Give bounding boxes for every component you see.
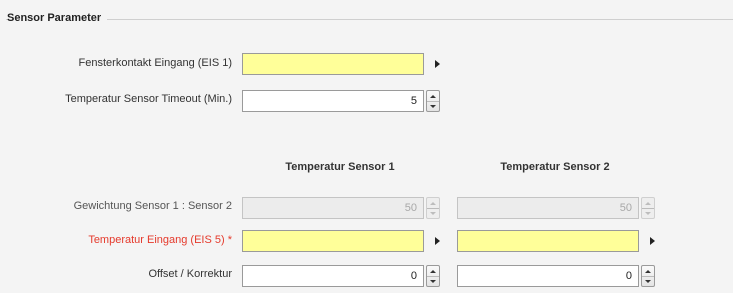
triangle-right-icon: [649, 237, 655, 245]
chevron-down-icon[interactable]: [642, 276, 654, 286]
weighting-sensor-1-spinner[interactable]: [426, 197, 440, 219]
temp-input-sensor-1-field[interactable]: [242, 230, 424, 252]
window-contact-label: Fensterkontakt Eingang (EIS 1): [78, 57, 232, 69]
temp-input-sensor-1-select-button[interactable]: [428, 230, 446, 252]
chevron-down-icon[interactable]: [427, 208, 439, 218]
offset-label: Offset / Korrektur: [148, 268, 232, 280]
group-title: Sensor Parameter: [7, 12, 108, 24]
window-contact-input[interactable]: [242, 53, 424, 75]
temp-timeout-label: Temperatur Sensor Timeout (Min.): [65, 93, 232, 105]
chevron-down-icon[interactable]: [427, 276, 439, 286]
column-header-sensor-1: Temperatur Sensor 1: [285, 161, 395, 173]
group-divider: [6, 19, 733, 20]
weighting-label: Gewichtung Sensor 1 : Sensor 2: [73, 200, 232, 212]
chevron-down-icon[interactable]: [427, 101, 439, 111]
temp-input-label: Temperatur Eingang (EIS 5) *: [88, 234, 232, 246]
weighting-sensor-1-field[interactable]: 50: [242, 197, 424, 219]
sensor-parameter-group: Sensor Parameter Fensterkontakt Eingang …: [0, 0, 733, 293]
offset-sensor-1-spinner[interactable]: [426, 265, 440, 287]
offset-sensor-2-spinner[interactable]: [641, 265, 655, 287]
window-contact-select-button[interactable]: [428, 53, 446, 75]
temp-timeout-field[interactable]: 5: [242, 90, 424, 112]
offset-sensor-1-field[interactable]: 0: [242, 265, 424, 287]
temp-input-sensor-2-select-button[interactable]: [643, 230, 661, 252]
offset-sensor-2-field[interactable]: 0: [457, 265, 639, 287]
chevron-down-icon[interactable]: [642, 208, 654, 218]
temp-timeout-spinner[interactable]: [426, 90, 440, 112]
weighting-sensor-2-field[interactable]: 50: [457, 197, 639, 219]
temp-input-sensor-2-field[interactable]: [457, 230, 639, 252]
triangle-right-icon: [434, 60, 440, 68]
weighting-sensor-2-spinner[interactable]: [641, 197, 655, 219]
triangle-right-icon: [434, 237, 440, 245]
column-header-sensor-2: Temperatur Sensor 2: [500, 161, 610, 173]
